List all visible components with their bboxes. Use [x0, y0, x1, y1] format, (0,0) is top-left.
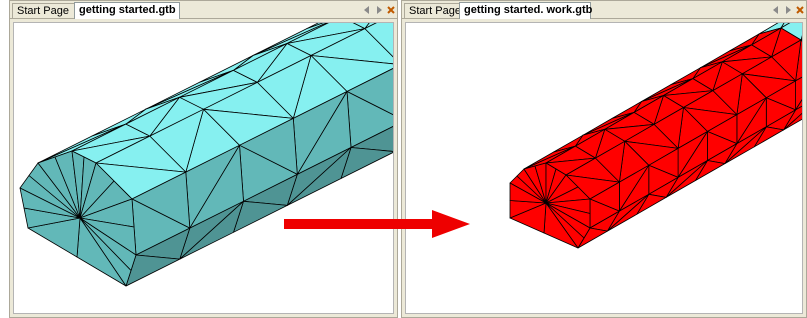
tab-getting-started-gtb[interactable]: getting started.gtb	[74, 2, 180, 19]
tab-getting-started-work-gtb[interactable]: getting started. work.gtb	[459, 2, 592, 19]
arrow-right-icon[interactable]	[783, 4, 792, 16]
left-document-panel: Start Page getting started.gtb	[9, 0, 398, 318]
left-mesh-model	[19, 23, 393, 287]
right-tab-bar: Start Page getting started. work.gtb	[402, 1, 806, 19]
close-icon[interactable]	[386, 4, 395, 16]
tab-start-page-left[interactable]: Start Page	[12, 3, 75, 18]
right-tab-controls	[771, 3, 804, 17]
left-3d-viewport[interactable]	[13, 22, 394, 314]
close-icon[interactable]	[795, 4, 804, 16]
arrow-left-icon[interactable]	[362, 4, 371, 16]
right-3d-viewport[interactable]	[405, 22, 803, 314]
right-document-panel: Start Page getting started. work.gtb	[401, 0, 807, 318]
arrow-right-icon[interactable]	[374, 4, 383, 16]
right-mesh-model	[509, 23, 802, 249]
left-tab-controls	[362, 3, 395, 17]
left-tab-bar: Start Page getting started.gtb	[10, 1, 397, 19]
arrow-left-icon[interactable]	[771, 4, 780, 16]
tab-start-page-right[interactable]: Start Page	[404, 3, 461, 18]
